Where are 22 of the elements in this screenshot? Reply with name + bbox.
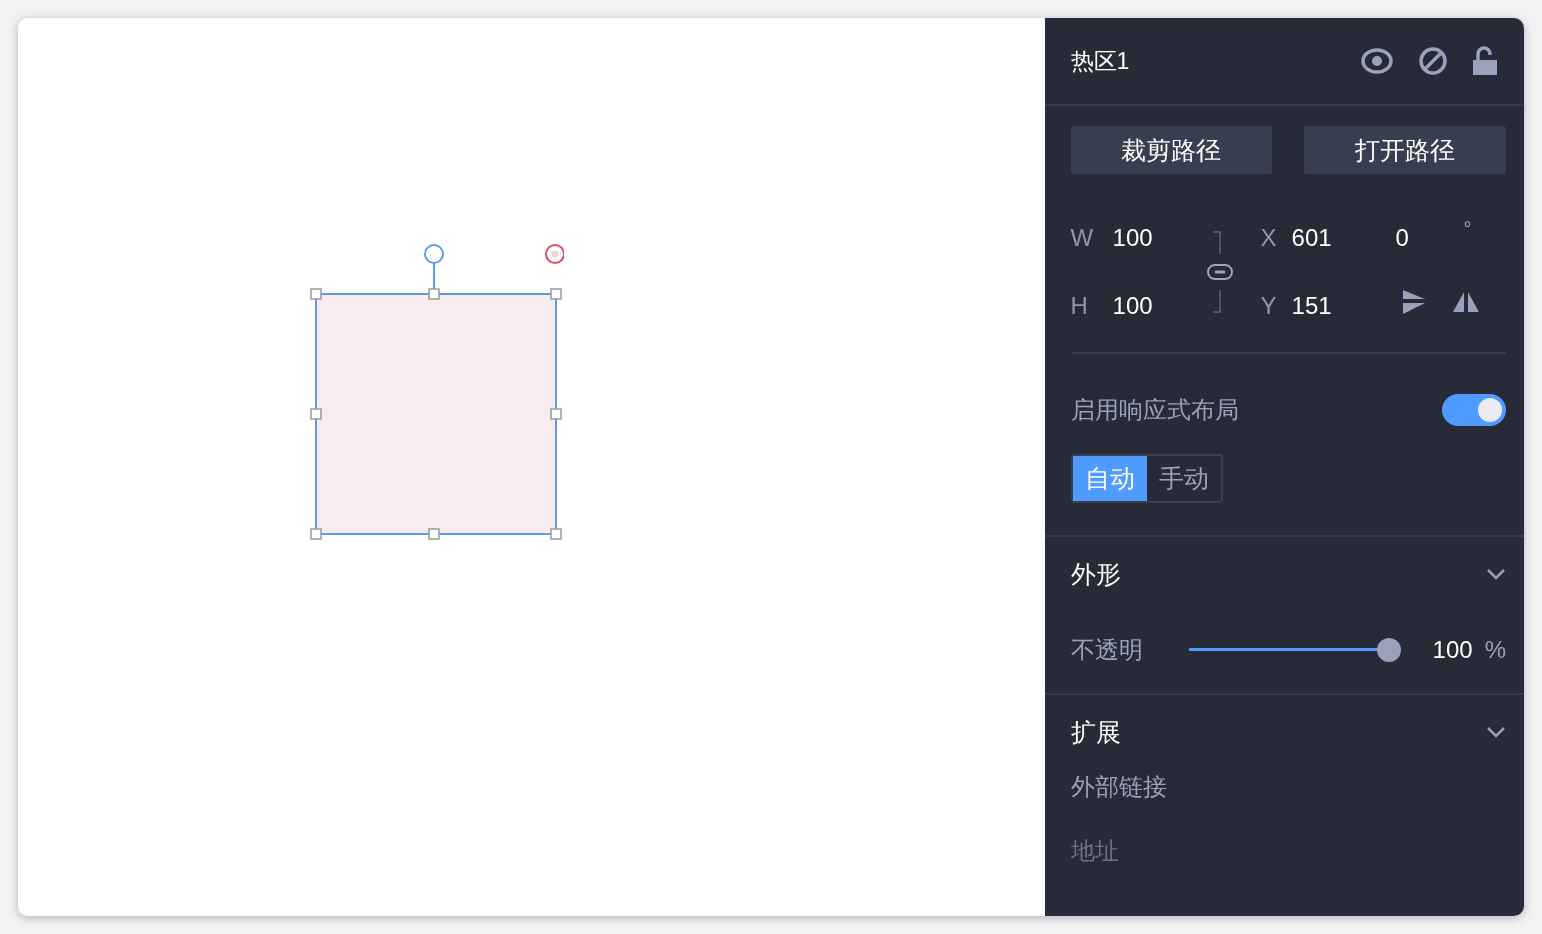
opacity-value[interactable]: 100: [1432, 636, 1473, 664]
responsive-label: 启用响应式布局: [1070, 395, 1239, 425]
address-field[interactable]: 地址: [1070, 837, 1271, 865]
path-button[interactable]: 裁剪路径: [1070, 126, 1273, 174]
section-title: 外形: [1070, 558, 1121, 590]
mode-option[interactable]: 手动: [1146, 456, 1221, 501]
field-label: H: [1070, 292, 1089, 320]
dimension-field[interactable]: 100: [1112, 224, 1201, 252]
field-label: X: [1260, 224, 1278, 252]
field-label: W: [1070, 224, 1095, 252]
field-label: Y: [1260, 292, 1278, 320]
dimension-field[interactable]: 100: [1112, 292, 1201, 320]
external-link-label: 外部链接: [1070, 772, 1168, 802]
position-field[interactable]: 151: [1291, 292, 1396, 320]
rotation-field[interactable]: 0: [1395, 224, 1456, 252]
section-title: 扩展: [1070, 716, 1121, 748]
path-button[interactable]: 打开路径: [1304, 126, 1506, 174]
layer-title: 热区1: [1070, 46, 1130, 76]
degree-unit: °: [1463, 218, 1473, 241]
opacity-label: 不透明: [1070, 635, 1143, 665]
position-field[interactable]: 601: [1291, 224, 1396, 252]
percent-unit: %: [1484, 636, 1506, 664]
